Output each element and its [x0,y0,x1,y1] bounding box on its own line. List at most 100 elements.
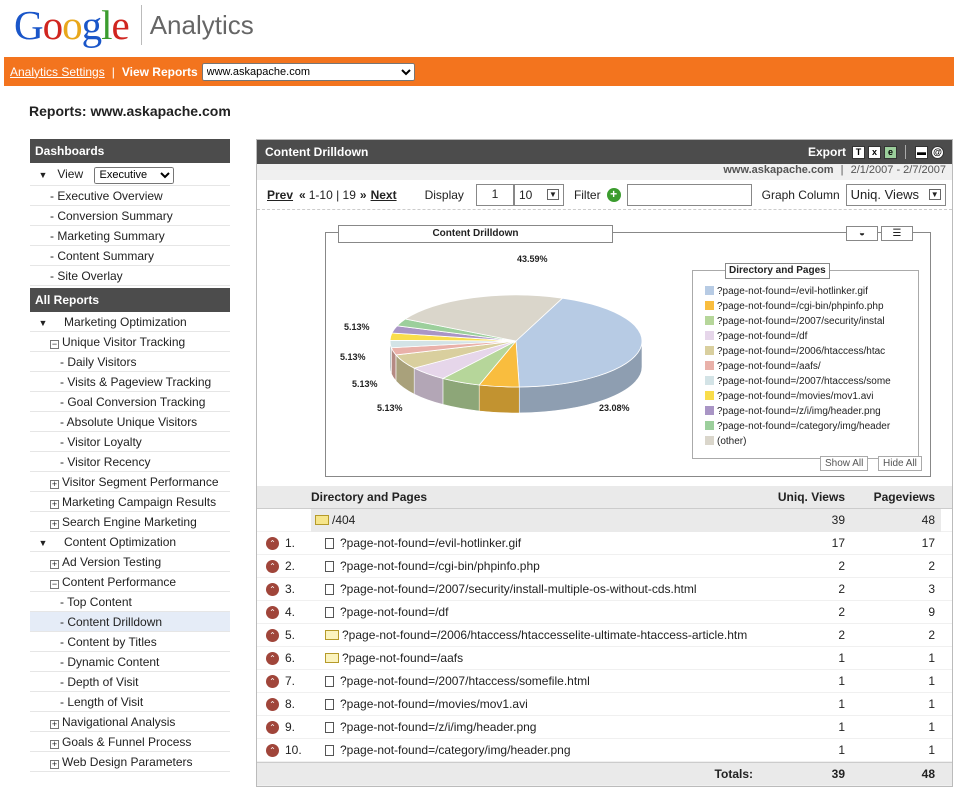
legend-item[interactable]: ?page-not-found=/2006/htaccess/htac [705,345,911,358]
drilldown-arrow-icon[interactable]: ⌃ [266,674,279,688]
dashboard-item[interactable]: - Conversion Summary [30,206,230,226]
analytics-settings-link[interactable]: Analytics Settings [10,65,105,79]
row-page-name[interactable]: ?page-not-found=/df [340,605,448,619]
row-page-name[interactable]: ?page-not-found=/z/i/img/header.png [340,720,536,734]
next-link[interactable]: Next [371,188,397,202]
export-tsv-icon[interactable]: T [852,145,865,159]
sidebar-item[interactable]: - Visitor Loyalty [30,432,230,452]
expand-icon[interactable]: + [50,480,59,489]
legend-item[interactable]: ?page-not-found=/aafs/ [705,360,911,373]
col-directory[interactable]: Directory and Pages [311,490,765,504]
sidebar-item[interactable]: + Goals & Funnel Process [30,732,230,752]
row-page-name[interactable]: ?page-not-found=/2007/security/install-m… [340,582,697,596]
sidebar-item[interactable]: + Visitor Segment Performance [30,472,230,492]
export-excel-icon[interactable]: e [884,145,897,159]
legend-item[interactable]: ?page-not-found=/z/i/img/header.png [705,405,911,418]
legend-item[interactable]: ?page-not-found=/movies/mov1.avi [705,390,911,403]
drilldown-arrow-icon[interactable]: ⌃ [266,605,279,619]
show-all-button[interactable]: Show All [820,456,869,471]
table-row[interactable]: ⌃ 9. ?page-not-found=/z/i/img/header.png 1 1 [257,716,952,739]
table-row[interactable]: ⌃ 8. ?page-not-found=/movies/mov1.avi 1 1 [257,693,952,716]
legend-item[interactable]: ?page-not-found=/category/img/header [705,420,911,433]
google-analytics-logo[interactable]: Google Analytics [14,2,254,48]
hide-all-button[interactable]: Hide All [878,456,922,471]
drilldown-arrow-icon[interactable]: ⌃ [266,559,279,573]
col-uniq-views[interactable]: Uniq. Views [765,490,853,504]
drilldown-arrow-icon[interactable]: ⌃ [266,720,279,734]
display-count-select[interactable]: 10 ▼ [513,183,564,206]
drilldown-arrow-icon[interactable]: ⌃ [266,628,279,642]
export-xml-icon[interactable]: x [868,145,881,159]
expand-icon[interactable]: + [50,740,59,749]
site-select[interactable]: www.askapache.com [201,62,415,81]
sidebar-item[interactable]: - Top Content [30,592,230,612]
collapse-icon[interactable]: − [50,340,59,349]
filter-input[interactable] [626,183,752,206]
expand-icon[interactable]: + [50,760,59,769]
sidebar-item[interactable]: + Web Design Parameters [30,752,230,772]
sidebar-item[interactable]: - Content Drilldown [30,612,230,632]
drilldown-arrow-icon[interactable]: ⌃ [266,743,279,757]
view-select[interactable]: Executive [94,166,175,184]
dashboard-item[interactable]: - Site Overlay [30,266,230,286]
expand-icon[interactable]: + [50,500,59,509]
table-row[interactable]: ⌃ 1. ?page-not-found=/evil-hotlinker.gif 17… [257,532,952,555]
sidebar-item[interactable]: + Navigational Analysis [30,712,230,732]
sidebar-item[interactable]: - Daily Visitors [30,352,230,372]
dashboard-item[interactable]: - Content Summary [30,246,230,266]
row-page-name[interactable]: ?page-not-found=/aafs [342,651,463,665]
col-pageviews[interactable]: Pageviews [853,490,941,504]
sidebar-item[interactable]: - Visits & Pageview Tracking [30,372,230,392]
row-page-name[interactable]: ?page-not-found=/cgi-bin/phpinfo.php [340,559,540,573]
sidebar-item[interactable]: - Visitor Recency [30,452,230,472]
expand-icon[interactable]: + [50,520,59,529]
bar-view-icon[interactable]: ☰ [881,226,913,241]
sidebar-item[interactable]: - Absolute Unique Visitors [30,412,230,432]
drilldown-arrow-icon[interactable]: ⌃ [266,582,279,596]
row-page-name[interactable]: ?page-not-found=/2007/htaccess/somefile.… [340,674,590,688]
triangle-down-icon[interactable]: ▼ [36,313,50,331]
sidebar-item[interactable]: − Unique Visitor Tracking [30,332,230,352]
drilldown-arrow-icon[interactable]: ⌃ [266,651,279,665]
pie-view-icon[interactable]: ◒ [846,226,878,241]
table-row[interactable]: ⌃ 5. ?page-not-found=/2006/htaccess/htacce… [257,624,952,647]
display-start-input[interactable]: 1 [475,183,514,206]
sidebar-item[interactable]: + Search Engine Marketing [30,512,230,532]
table-row[interactable]: ⌃ 10. ?page-not-found=/category/img/header… [257,739,952,762]
legend-item[interactable]: ?page-not-found=/cgi-bin/phpinfo.php [705,300,911,313]
drilldown-arrow-icon[interactable]: ⌃ [266,697,279,711]
legend-item[interactable]: ?page-not-found=/df [705,330,911,343]
prev-link[interactable]: Prev [267,188,293,202]
table-row[interactable]: ⌃ 6. ?page-not-found=/aafs 1 1 [257,647,952,670]
table-row[interactable]: ⌃ 2. ?page-not-found=/cgi-bin/phpinfo.php 2… [257,555,952,578]
legend-item[interactable]: (other) [705,435,911,448]
sidebar-item[interactable]: - Dynamic Content [30,652,230,672]
row-page-name[interactable]: ?page-not-found=/category/img/header.png [340,743,571,757]
row-page-name[interactable]: ?page-not-found=/movies/mov1.avi [340,697,528,711]
sidebar-item[interactable]: ▼ Marketing Optimization [30,312,230,332]
table-row[interactable]: ⌃ 7. ?page-not-found=/2007/htaccess/somefi… [257,670,952,693]
row-page-name[interactable]: ?page-not-found=/2006/htaccess/htaccesse… [342,628,747,642]
add-filter-icon[interactable]: + [606,187,621,202]
sidebar-item[interactable]: - Depth of Visit [30,672,230,692]
dashboard-item[interactable]: - Marketing Summary [30,226,230,246]
sidebar-item[interactable]: − Content Performance [30,572,230,592]
legend-item[interactable]: ?page-not-found=/2007/security/instal [705,315,911,328]
expand-icon[interactable]: + [50,720,59,729]
expand-icon[interactable]: + [50,560,59,569]
sidebar-item[interactable]: - Content by Titles [30,632,230,652]
collapse-icon[interactable]: − [50,580,59,589]
row-page-name[interactable]: ?page-not-found=/evil-hotlinker.gif [340,536,521,550]
table-row[interactable]: ⌃ 3. ?page-not-found=/2007/security/instal… [257,578,952,601]
triangle-down-icon[interactable]: ▼ [36,533,50,551]
sidebar-item[interactable]: - Goal Conversion Tracking [30,392,230,412]
sidebar-item[interactable]: ▼ Content Optimization [30,532,230,552]
graph-column-select[interactable]: Uniq. Views ▼ [845,183,946,206]
table-row[interactable]: ⌃ 4. ?page-not-found=/df 2 9 [257,601,952,624]
triangle-down-icon[interactable]: ▼ [36,164,50,185]
dashboard-item[interactable]: - Executive Overview [30,186,230,206]
legend-item[interactable]: ?page-not-found=/evil-hotlinker.gif [705,285,911,298]
folder-row[interactable]: /404 39 48 [257,508,952,532]
drilldown-arrow-icon[interactable]: ⌃ [266,536,279,550]
legend-item[interactable]: ?page-not-found=/2007/htaccess/some [705,375,911,388]
